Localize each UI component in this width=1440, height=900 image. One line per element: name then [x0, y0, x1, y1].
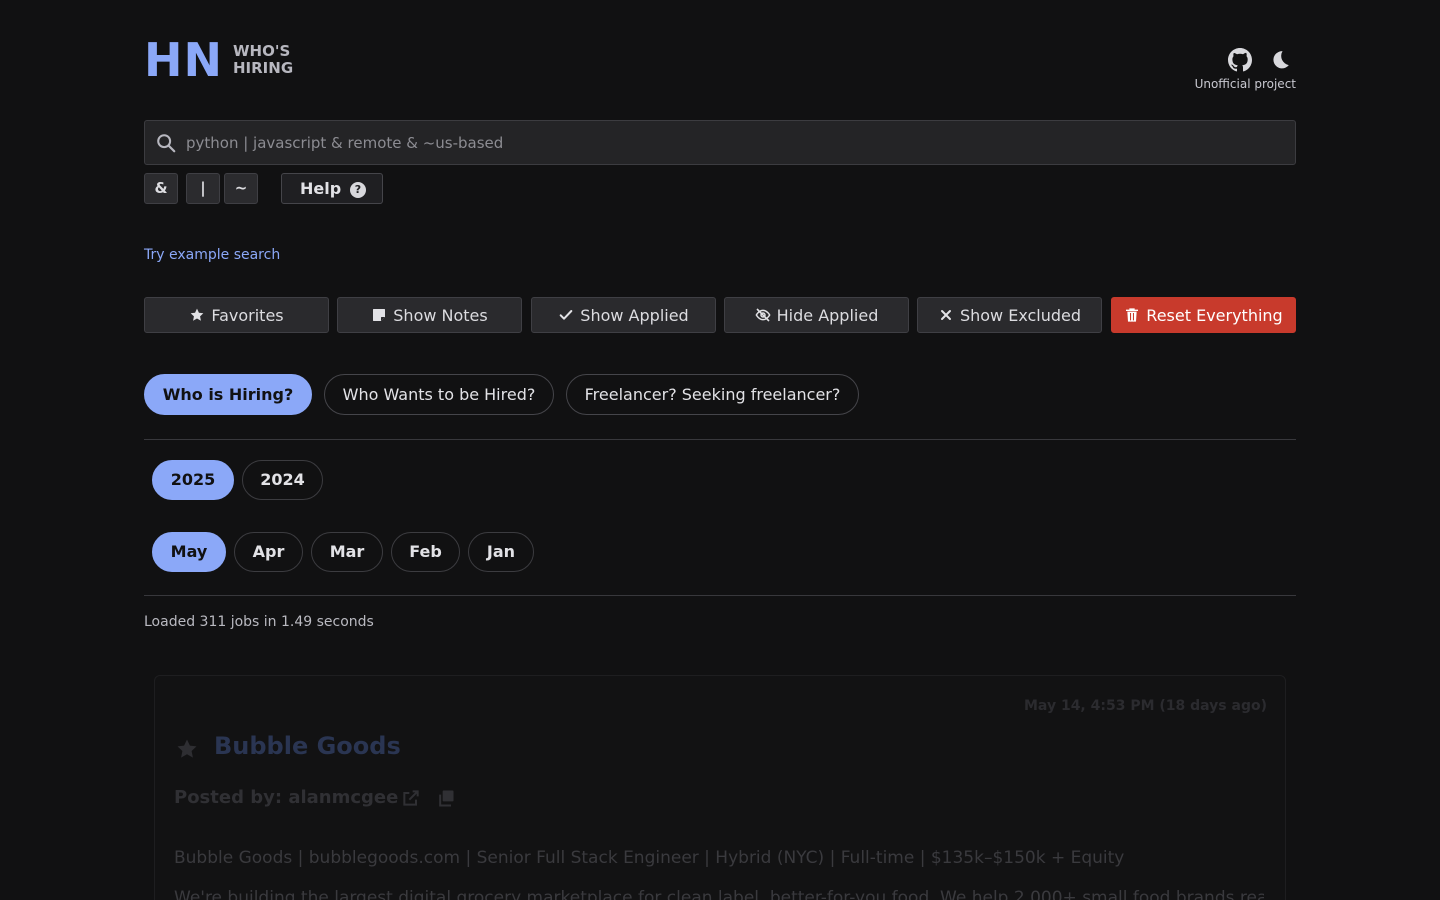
- year-2025[interactable]: 2025: [152, 460, 234, 500]
- moon-icon[interactable]: [1268, 48, 1292, 72]
- logo-line-2: HIRING: [233, 59, 294, 77]
- show-applied-label: Show Applied: [580, 305, 689, 325]
- show-applied-button[interactable]: Show Applied: [531, 297, 716, 333]
- logo-line-1: WHO'S: [233, 42, 291, 60]
- app-logo[interactable]: HN WHO'S HIRING: [144, 34, 293, 86]
- help-question-icon: ?: [350, 182, 366, 198]
- tab-who-is-hiring[interactable]: Who is Hiring?: [144, 374, 312, 415]
- header-actions: Unofficial project: [1136, 46, 1296, 96]
- favorites-label: Favorites: [211, 305, 284, 325]
- or-operator-button[interactable]: |: [186, 173, 220, 204]
- page-container: HN WHO'S HIRING Unofficial project & | ~…: [144, 0, 1296, 900]
- search-icon: [157, 134, 176, 153]
- divider: [144, 595, 1296, 596]
- eye-slash-icon: [755, 308, 771, 322]
- github-icon[interactable]: [1228, 48, 1252, 72]
- not-operator-button[interactable]: ~: [224, 173, 258, 204]
- month-mar[interactable]: Mar: [311, 532, 383, 572]
- copy-icon[interactable]: [436, 788, 456, 808]
- job-card: May 14, 4:53 PM (18 days ago) Bubble Goo…: [154, 675, 1286, 900]
- reset-everything-label: Reset Everything: [1146, 305, 1283, 325]
- tab-freelancer[interactable]: Freelancer? Seeking freelancer?: [566, 374, 859, 415]
- hide-applied-button[interactable]: Hide Applied: [724, 297, 909, 333]
- logo-subtitle: WHO'S HIRING: [233, 43, 293, 77]
- show-notes-button[interactable]: Show Notes: [337, 297, 522, 333]
- logo-hn: HN: [144, 33, 223, 87]
- load-status: Loaded 311 jobs in 1.49 seconds: [144, 614, 374, 630]
- month-jan[interactable]: Jan: [468, 532, 534, 572]
- job-description: We're building the largest digital groce…: [174, 888, 1264, 900]
- job-date: May 14, 4:53 PM (18 days ago): [1024, 698, 1267, 714]
- job-posted-by: Posted by: alanmcgee: [174, 787, 399, 808]
- search-bar: [144, 120, 1296, 165]
- reset-everything-button[interactable]: Reset Everything: [1111, 297, 1296, 333]
- search-input[interactable]: [186, 121, 1286, 164]
- external-link-icon[interactable]: [401, 788, 421, 808]
- month-feb[interactable]: Feb: [391, 532, 460, 572]
- trash-icon: [1126, 308, 1139, 322]
- show-notes-label: Show Notes: [393, 305, 488, 325]
- try-example-link[interactable]: Try example search: [144, 247, 280, 263]
- show-excluded-label: Show Excluded: [959, 305, 1082, 325]
- help-button[interactable]: Help ?: [281, 173, 383, 204]
- filter-toolbar: Favorites Show Notes Show Applied Hide A…: [144, 297, 1296, 333]
- check-icon: [559, 310, 573, 320]
- year-2024[interactable]: 2024: [242, 460, 323, 500]
- unofficial-label: Unofficial project: [1194, 77, 1296, 91]
- divider: [144, 439, 1296, 440]
- and-operator-button[interactable]: &: [144, 173, 178, 204]
- star-icon: [191, 308, 204, 321]
- favorites-button[interactable]: Favorites: [144, 297, 329, 333]
- job-title-link[interactable]: Bubble Goods: [214, 732, 401, 760]
- hide-applied-label: Hide Applied: [776, 305, 879, 325]
- star-icon[interactable]: [175, 737, 199, 761]
- job-summary: Bubble Goods | bubblegoods.com | Senior …: [174, 848, 1125, 868]
- x-icon: [940, 310, 951, 320]
- tab-who-wants-to-be-hired[interactable]: Who Wants to be Hired?: [324, 374, 554, 415]
- show-excluded-button[interactable]: Show Excluded: [917, 297, 1102, 333]
- month-may[interactable]: May: [152, 532, 226, 572]
- note-icon: [373, 309, 386, 321]
- help-label: Help: [300, 179, 342, 198]
- month-apr[interactable]: Apr: [234, 532, 303, 572]
